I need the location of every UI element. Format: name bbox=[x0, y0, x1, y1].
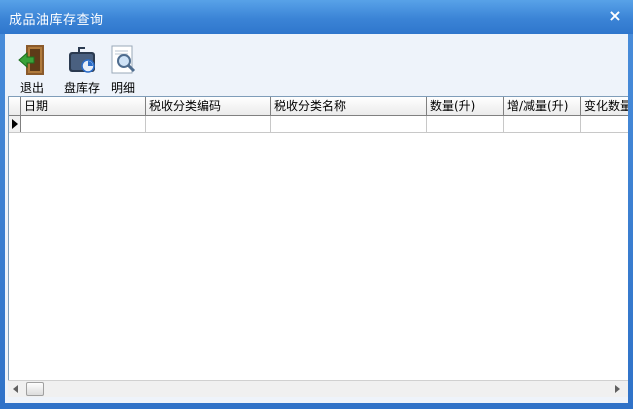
exit-door-icon bbox=[18, 45, 44, 75]
grid-header: 日期 税收分类编码 税收分类名称 数量(升) 增/减量(升) 变化数量 bbox=[9, 97, 628, 116]
scroll-thumb[interactable] bbox=[26, 382, 44, 396]
scroll-right-icon[interactable] bbox=[609, 381, 626, 397]
cell-change-qty[interactable] bbox=[581, 116, 628, 132]
cell-date[interactable] bbox=[21, 116, 146, 132]
exit-label: 退出 bbox=[19, 81, 44, 95]
cell-tax-code[interactable] bbox=[146, 116, 271, 132]
detail-magnifier-icon bbox=[111, 45, 136, 74]
detail-label: 明细 bbox=[110, 81, 135, 95]
exit-button[interactable]: 退出 bbox=[17, 44, 47, 96]
inventory-label: 盘库存 bbox=[63, 81, 100, 95]
scroll-left-icon[interactable] bbox=[8, 381, 25, 397]
column-header-tax-name[interactable]: 税收分类名称 bbox=[271, 97, 427, 115]
detail-button[interactable]: 明细 bbox=[109, 44, 137, 96]
column-header-quantity[interactable]: 数量(升) bbox=[427, 97, 504, 115]
table-row[interactable] bbox=[9, 116, 628, 133]
column-header-change-qty[interactable]: 变化数量 bbox=[581, 97, 628, 115]
toolbar: 退出 盘库存 明细 bbox=[5, 34, 628, 96]
column-header-change[interactable]: 增/减量(升) bbox=[504, 97, 581, 115]
current-row-arrow-icon bbox=[9, 116, 21, 132]
column-header-tax-code[interactable]: 税收分类编码 bbox=[146, 97, 271, 115]
row-indicator-header bbox=[9, 97, 21, 115]
app-window: 成品油库存查询 × 退出 盘库存 明细 日期 税收分类编码 税收分类名称 数量(… bbox=[0, 0, 633, 409]
title-bar[interactable]: 成品油库存查询 × bbox=[0, 0, 633, 34]
horizontal-scrollbar[interactable] bbox=[8, 380, 628, 397]
data-grid[interactable]: 日期 税收分类编码 税收分类名称 数量(升) 增/减量(升) 变化数量 bbox=[8, 96, 628, 387]
cell-quantity[interactable] bbox=[427, 116, 504, 132]
column-header-date[interactable]: 日期 bbox=[21, 97, 146, 115]
close-button[interactable]: × bbox=[605, 6, 625, 26]
inventory-box-icon bbox=[69, 47, 95, 73]
cell-change[interactable] bbox=[504, 116, 581, 132]
inventory-button[interactable]: 盘库存 bbox=[62, 44, 102, 96]
window-title: 成品油库存查询 bbox=[9, 13, 104, 28]
cell-tax-name[interactable] bbox=[271, 116, 427, 132]
client-area: 退出 盘库存 明细 日期 税收分类编码 税收分类名称 数量(升) 增/减量(升)… bbox=[5, 34, 628, 403]
